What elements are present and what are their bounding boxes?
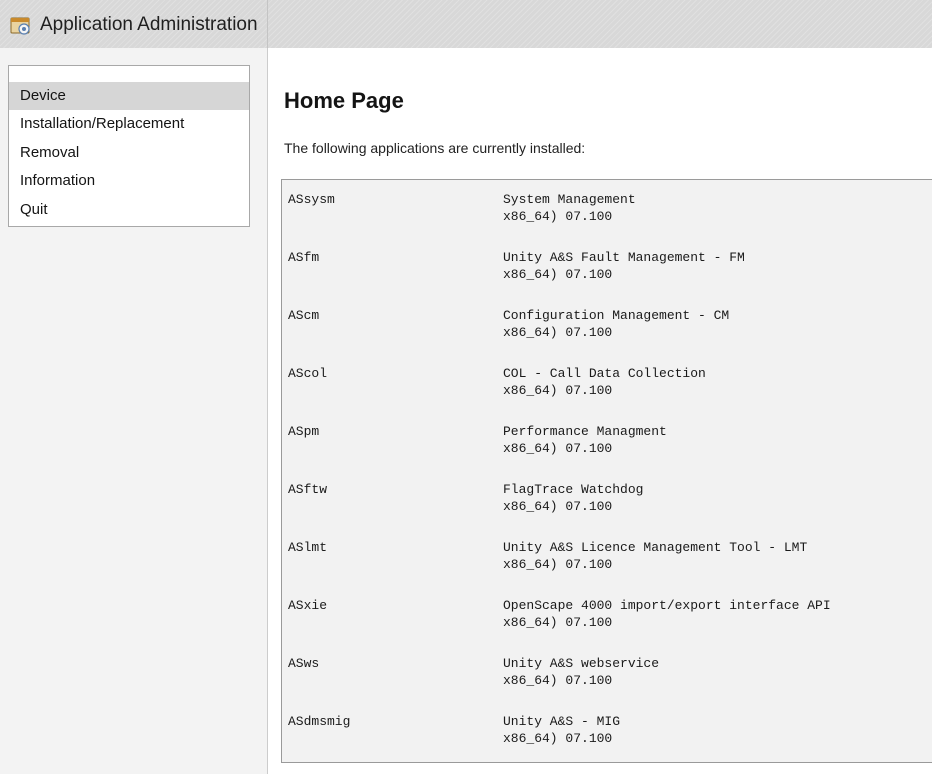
app-name: Unity A&S Fault Management - FM (503, 250, 745, 265)
app-code: ASftw (288, 482, 328, 497)
application-admin-icon (10, 16, 32, 36)
page-title: Home Page (284, 88, 404, 113)
app-name: Performance Managment (503, 424, 667, 439)
app-version: x86_64) 07.100 (503, 615, 613, 630)
app-code: ASdmsmig (288, 714, 351, 729)
app-code: AScm (288, 308, 320, 323)
app-version: x86_64) 07.100 (503, 325, 613, 340)
titlebar-divider (267, 0, 268, 48)
list-item: ASxie OpenScape 4000 import/export inter… (282, 586, 932, 644)
app-version: x86_64) 07.100 (503, 383, 613, 398)
list-item: ASfm Unity A&S Fault Management - FM x86… (282, 238, 932, 296)
app-version: x86_64) 07.100 (503, 267, 613, 282)
nav-item-device[interactable]: Device (9, 82, 249, 110)
navigation-menu: Device Installation/Replacement Removal … (8, 65, 250, 227)
list-item: AScm Configuration Management - CM x86_6… (282, 296, 932, 354)
app-name: FlagTrace Watchdog (503, 482, 644, 497)
window-title: Application Administration (40, 14, 258, 35)
app-code: AScol (288, 366, 328, 381)
list-item: ASftw FlagTrace Watchdog x86_64) 07.100 (282, 470, 932, 528)
installed-applications-list: ASsysm System Management x86_64) 07.100 … (281, 179, 932, 763)
app-name: COL - Call Data Collection (503, 366, 706, 381)
app-version: x86_64) 07.100 (503, 557, 613, 572)
list-item: ASlmt Unity A&S Licence Management Tool … (282, 528, 932, 586)
app-version: x86_64) 07.100 (503, 731, 613, 746)
list-item: ASws Unity A&S webservice x86_64) 07.100 (282, 644, 932, 702)
app-name: Unity A&S - MIG (503, 714, 621, 729)
nav-item-quit[interactable]: Quit (9, 196, 249, 224)
installed-apps-intro: The following applications are currently… (284, 140, 586, 156)
app-code: ASws (288, 656, 320, 671)
list-item: ASdmsmig Unity A&S - MIG x86_64) 07.100 (282, 702, 932, 760)
app-version: x86_64) 07.100 (503, 499, 613, 514)
app-code: ASfm (288, 250, 320, 265)
list-item: ASpm Performance Managment x86_64) 07.10… (282, 412, 932, 470)
app-name: System Management (503, 192, 636, 207)
app-code: ASsysm (288, 192, 335, 207)
nav-item-installation-replacement[interactable]: Installation/Replacement (9, 110, 249, 138)
list-item: AScol COL - Call Data Collection x86_64)… (282, 354, 932, 412)
app-name: OpenScape 4000 import/export interface A… (503, 598, 831, 613)
app-code: ASlmt (288, 540, 328, 555)
app-name: Unity A&S Licence Management Tool - LMT (503, 540, 808, 555)
list-item: ASsysm System Management x86_64) 07.100 (282, 180, 932, 238)
app-version: x86_64) 07.100 (503, 673, 613, 688)
nav-item-information[interactable]: Information (9, 167, 249, 195)
app-code: ASpm (288, 424, 320, 439)
app-version: x86_64) 07.100 (503, 209, 613, 224)
app-name: Unity A&S webservice (503, 656, 660, 671)
nav-item-removal[interactable]: Removal (9, 139, 249, 167)
title-bar: Application Administration (0, 0, 932, 48)
app-name: Configuration Management - CM (503, 308, 730, 323)
app-version: x86_64) 07.100 (503, 441, 613, 456)
app-code: ASxie (288, 598, 328, 613)
